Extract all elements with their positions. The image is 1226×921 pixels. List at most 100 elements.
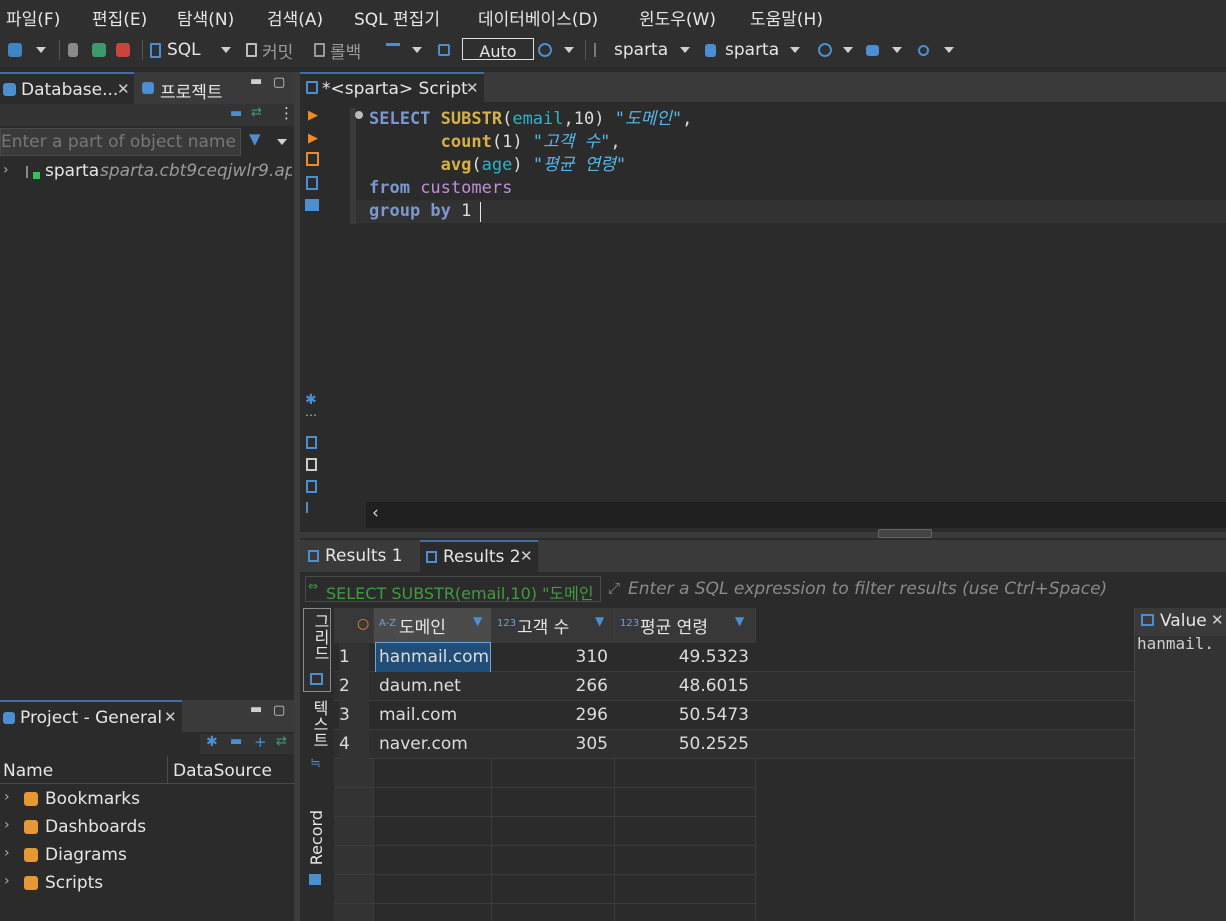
row-number-header-icon[interactable]: ○ [357,616,369,632]
horizontal-splitter[interactable] [300,529,1226,538]
list-item[interactable]: › Diagrams [0,842,294,870]
tab-database-navigator[interactable]: Database... ✕ [0,72,134,104]
link-icon[interactable]: ⇄ [276,734,287,749]
tree-item-sparta[interactable]: › sparta sparta.cbt9ceqjwlr9.ap... [0,160,294,186]
close-icon[interactable]: ✕ [117,80,130,98]
link-editor-icon[interactable]: ⇄ [251,105,262,120]
collapse-all-icon[interactable]: ▬ [230,106,242,121]
dashboard-button[interactable] [818,38,832,62]
expand-filter-icon[interactable]: ⤢ [608,579,620,597]
menu-edit[interactable]: 편집(E) [92,5,147,30]
column-header-avg-age[interactable]: 123 평균 연령 ▼ [615,608,755,643]
scroll-left-icon[interactable]: ‹ [372,503,379,523]
column-header-count[interactable]: 123 고객 수 ▼ [492,608,614,643]
search-dropdown[interactable] [944,38,954,62]
datasource-dropdown[interactable] [680,38,690,62]
transaction-dropdown[interactable] [412,38,422,62]
tools-button[interactable] [866,38,879,62]
tab-text-view[interactable]: 텍스트 ≒ [303,698,331,778]
new-connection-dropdown[interactable] [36,38,46,62]
table-row[interactable]: 1 hanmail.com 310 49.5323 [334,642,1134,673]
chevron-right-icon[interactable]: › [4,789,10,805]
lock-button[interactable] [438,38,450,62]
row-number-cell[interactable]: 4 [339,730,369,759]
list-item[interactable]: › Bookmarks [0,786,294,814]
menu-database[interactable]: 데이터베이스(D) [478,5,598,30]
tools-dropdown[interactable] [892,38,902,62]
tab-project-general[interactable]: Project - General ✕ [0,700,182,732]
view-menu-icon[interactable]: ⋮ [279,104,294,122]
transaction-mode-button[interactable] [386,38,400,62]
tab-sql-script[interactable]: *<sparta> Script ✕ [300,72,484,102]
sort-icon[interactable]: ▼ [735,614,744,628]
output-icon[interactable] [306,480,317,493]
row-number-cell[interactable]: 3 [339,701,369,730]
code-line[interactable]: SELECT SUBSTR(email,10) "도메인", [369,108,692,131]
list-item[interactable]: › Scripts [0,870,294,898]
cell-domain[interactable]: hanmail.com [375,642,491,673]
chevron-right-icon[interactable]: › [4,817,10,833]
maximize-icon[interactable]: ▢ [273,703,285,718]
dashboard-dropdown[interactable] [843,38,853,62]
auto-commit-toggle[interactable]: Auto [462,38,534,61]
menu-file[interactable]: 파일(F) [6,5,60,30]
chevron-right-icon[interactable]: › [4,845,10,861]
list-item[interactable]: › Dashboards [0,814,294,842]
commit-button[interactable]: 커밋 [246,38,293,63]
tab-record-view[interactable]: Record [303,808,331,892]
horizontal-scrollbar[interactable]: ‹ [366,502,1226,528]
close-icon[interactable]: ✕ [520,547,533,565]
column-header-datasource[interactable]: DataSource [173,761,272,781]
tab-results-1[interactable]: Results 1 [300,540,416,572]
column-header-domain[interactable]: A-Z 도메인 ▼ [373,608,491,643]
splitter-handle-icon[interactable] [878,529,932,538]
settings-icon[interactable]: ✱ [305,392,317,408]
code-line[interactable]: from customers [369,177,512,200]
search-button[interactable] [918,38,929,62]
menu-navigate[interactable]: 탐색(N) [177,5,234,30]
sql-editor-dropdown[interactable] [221,38,231,62]
menu-search[interactable]: 검색(A) [267,5,323,30]
table-row[interactable]: 3 mail.com 296 50.5473 [334,701,1134,730]
menu-window[interactable]: 윈도우(W) [639,5,716,30]
table-row[interactable]: 4 naver.com 305 50.2525 [334,730,1134,759]
cell-domain[interactable]: daum.net [379,672,489,701]
tab-grid-view[interactable]: 그리드 [303,608,331,692]
close-icon[interactable]: ✕ [466,79,479,97]
column-header-name[interactable]: Name [3,761,53,781]
sort-icon[interactable]: ▼ [595,614,604,628]
terminal-icon[interactable] [305,199,319,211]
expand-icon[interactable]: + [254,733,267,751]
query-preview[interactable]: ⇔ SELECT SUBSTR(email,10) "도메인 [305,576,601,602]
execute-script-icon[interactable] [306,152,319,166]
sql-editor-button[interactable]: SQL [150,38,201,62]
disconnect-button[interactable] [116,38,130,62]
more-icon[interactable]: ⋯ [305,408,317,422]
cell-avg-age[interactable]: 50.2525 [615,730,749,759]
sort-icon[interactable]: ▼ [473,614,482,628]
explain-plan-icon[interactable] [306,176,318,190]
collapse-icon[interactable]: ▬ [230,734,242,749]
datasource-selector[interactable]: sparta [594,38,668,62]
chevron-down-icon[interactable] [277,139,287,145]
fold-marker-icon[interactable] [355,111,363,119]
code-line[interactable]: group by 1 [369,200,471,223]
new-connection-button[interactable] [8,38,22,62]
code-line[interactable]: avg(age) "평균 연령" [369,154,626,177]
results-filter-input[interactable]: Enter a SQL expression to filter results… [626,576,1226,602]
connect-button[interactable] [68,38,78,62]
code-line[interactable]: count(1) "고객 수", [369,131,621,154]
cell-avg-age[interactable]: 48.6015 [615,672,749,701]
schema-selector[interactable]: sparta [705,38,779,62]
export-icon[interactable] [306,436,317,449]
tab-results-2[interactable]: Results 2 ✕ [420,540,538,572]
cell-avg-age[interactable]: 50.5473 [615,701,749,730]
outline-icon[interactable] [306,502,317,513]
chevron-right-icon[interactable]: › [4,873,10,889]
cell-avg-age[interactable]: 49.5323 [615,643,749,672]
schema-dropdown[interactable] [790,38,800,62]
cell-count[interactable]: 305 [492,730,608,759]
history-button[interactable] [538,38,552,62]
rollback-button[interactable]: 롤백 [314,38,361,63]
configure-icon[interactable]: ✱ [206,734,218,750]
